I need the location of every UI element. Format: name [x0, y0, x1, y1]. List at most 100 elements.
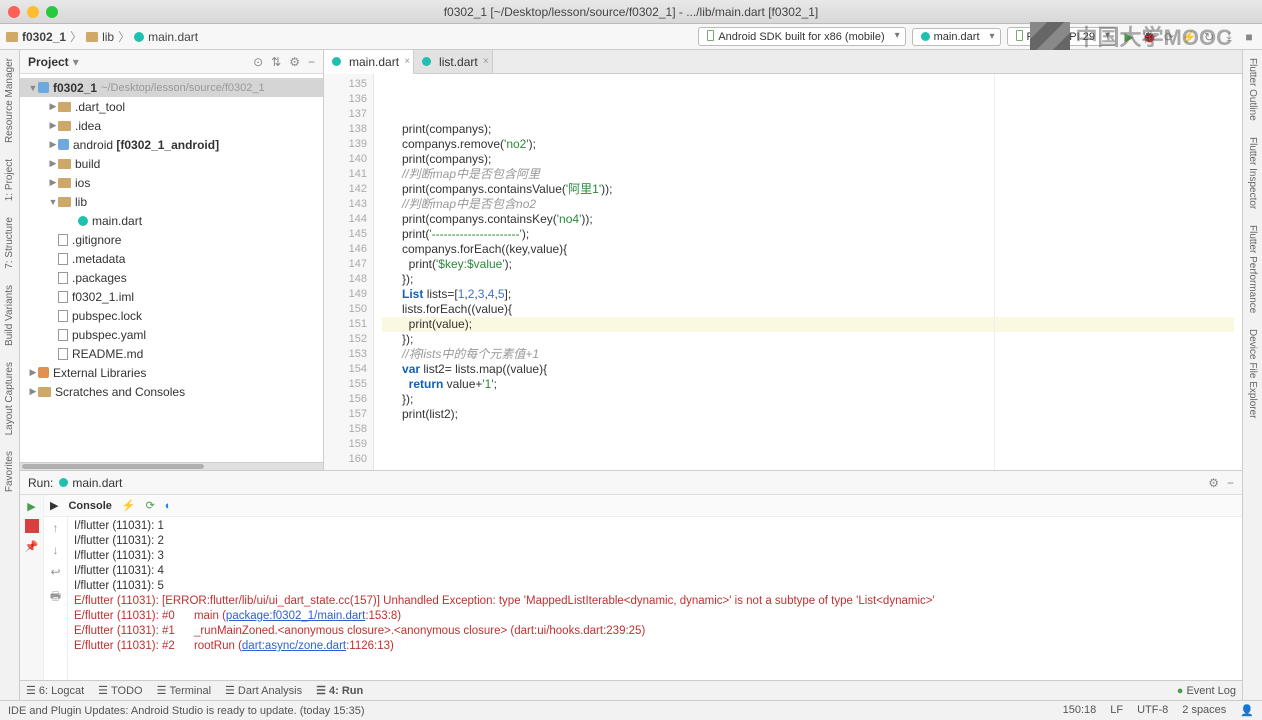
tree-item[interactable]: main.dart: [20, 211, 323, 230]
code-line[interactable]: print('$key:$value');: [382, 257, 1234, 272]
code-line[interactable]: print('----------------------');: [382, 227, 1234, 242]
close-icon[interactable]: ×: [404, 56, 410, 67]
code-content[interactable]: print(companys); companys.remove('no2');…: [374, 74, 1242, 470]
breadcrumb-project[interactable]: f0302_1: [22, 30, 66, 44]
tree-item[interactable]: .packages: [20, 268, 323, 287]
code-line[interactable]: print(value);: [382, 317, 1234, 332]
up-icon[interactable]: ↑: [53, 521, 59, 535]
code-line[interactable]: var list2= lists.map((value){: [382, 362, 1234, 377]
devtools-icon[interactable]: ◐: [165, 500, 172, 512]
tree-item[interactable]: ▶android [f0302_1_android]: [20, 135, 323, 154]
code-line[interactable]: //判断map中是否包含no2: [382, 197, 1234, 212]
tree-item[interactable]: .gitignore: [20, 230, 323, 249]
attach-icon[interactable]: ⤓: [1222, 30, 1236, 44]
horizontal-scrollbar[interactable]: [20, 462, 323, 470]
wrap-icon[interactable]: ↩: [50, 565, 60, 579]
code-line[interactable]: return value+'1';: [382, 377, 1234, 392]
tree-item[interactable]: pubspec.yaml: [20, 325, 323, 344]
code-line[interactable]: List lists=[1,2,3,4,5];: [382, 287, 1234, 302]
code-line[interactable]: print(companys.containsValue('阿里1'));: [382, 182, 1234, 197]
tool-tab-favorites[interactable]: Favorites: [4, 451, 15, 492]
down-icon[interactable]: ↓: [53, 543, 59, 557]
tool-tab-flutter-performance[interactable]: Flutter Performance: [1247, 225, 1258, 313]
tool-tab-layout-captures[interactable]: Layout Captures: [4, 362, 15, 435]
device-selector[interactable]: Android SDK built for x86 (mobile): [698, 27, 905, 46]
tool-tab-1-project[interactable]: 1: Project: [4, 159, 15, 201]
line-ending[interactable]: LF: [1110, 704, 1123, 717]
coverage-icon[interactable]: ⟳: [1162, 30, 1176, 44]
tool-tab-resource-manager[interactable]: Resource Manager: [4, 58, 15, 143]
code-line[interactable]: //判断map中是否包含阿里: [382, 167, 1234, 182]
collapse-icon[interactable]: −: [308, 55, 315, 69]
print-icon[interactable]: 🖶: [50, 587, 61, 608]
rerun-icon[interactable]: ▶: [25, 499, 39, 513]
tree-item[interactable]: .metadata: [20, 249, 323, 268]
hot-reload-icon[interactable]: ⚡: [1182, 30, 1196, 44]
emulator-selector[interactable]: Pixel 2 API 29: [1007, 27, 1117, 46]
tool-tab-flutter-outline[interactable]: Flutter Outline: [1247, 58, 1258, 121]
chevron-down-icon[interactable]: ▾: [73, 55, 79, 69]
tree-item[interactable]: pubspec.lock: [20, 306, 323, 325]
breadcrumb-folder[interactable]: lib: [102, 30, 114, 44]
bottom-tab[interactable]: ☰6: Logcat: [26, 684, 84, 697]
tool-tab-7-structure[interactable]: 7: Structure: [4, 217, 15, 269]
inspector-icon[interactable]: 👤: [1240, 704, 1254, 717]
pin-icon[interactable]: 📌: [25, 539, 39, 553]
bottom-tab[interactable]: ☰Dart Analysis: [225, 684, 302, 697]
stop-icon[interactable]: ■: [1242, 30, 1256, 44]
tree-item[interactable]: ▶build: [20, 154, 323, 173]
editor-tab[interactable]: main.dart×: [324, 50, 414, 74]
run-config-selector[interactable]: main.dart: [912, 28, 1001, 46]
bottom-tab[interactable]: ☰TODO: [98, 684, 142, 697]
gear-icon[interactable]: ⚙: [289, 55, 300, 69]
minimize-icon[interactable]: [27, 6, 39, 18]
breadcrumb-file[interactable]: main.dart: [148, 30, 198, 44]
cursor-position[interactable]: 150:18: [1063, 704, 1097, 717]
tree-item[interactable]: ▶External Libraries: [20, 363, 323, 382]
bottom-tab[interactable]: ☰Terminal: [157, 684, 211, 697]
console-tab[interactable]: Console: [68, 500, 111, 512]
tool-tab-device-file-explorer[interactable]: Device File Explorer: [1247, 329, 1258, 418]
code-line[interactable]: companys.forEach((key,value){: [382, 242, 1234, 257]
hot-restart-icon[interactable]: ⟳: [146, 499, 155, 512]
file-encoding[interactable]: UTF-8: [1137, 704, 1168, 717]
console-toggle-icon[interactable]: ▶: [50, 499, 58, 512]
run-icon[interactable]: ▶: [1122, 30, 1136, 44]
code-line[interactable]: //将lists中的每个元素值+1: [382, 347, 1234, 362]
tree-item[interactable]: ▼lib: [20, 192, 323, 211]
indent-info[interactable]: 2 spaces: [1182, 704, 1226, 717]
code-line[interactable]: print(companys.containsKey('no4'));: [382, 212, 1234, 227]
tree-root[interactable]: ▼f0302_1 ~/Desktop/lesson/source/f0302_1: [20, 78, 323, 97]
code-line[interactable]: });: [382, 272, 1234, 287]
event-log-button[interactable]: ●Event Log: [1177, 685, 1236, 697]
gear-icon[interactable]: ⚙: [1208, 476, 1219, 490]
tool-tab-build-variants[interactable]: Build Variants: [4, 285, 15, 346]
hot-reload-icon[interactable]: ⚡: [122, 499, 136, 512]
tool-tab-flutter-inspector[interactable]: Flutter Inspector: [1247, 137, 1258, 209]
tree-item[interactable]: ▶Scratches and Consoles: [20, 382, 323, 401]
code-line[interactable]: print(companys);: [382, 152, 1234, 167]
maximize-icon[interactable]: [46, 6, 58, 18]
stack-link[interactable]: dart:async/zone.dart: [242, 640, 346, 652]
code-line[interactable]: print(list2);: [382, 407, 1234, 422]
close-icon[interactable]: [8, 6, 20, 18]
hot-restart-icon[interactable]: ↻: [1202, 30, 1216, 44]
code-area[interactable]: 1351361371381391401411421431441451461471…: [324, 74, 1242, 470]
code-line[interactable]: lists.forEach((value){: [382, 302, 1234, 317]
bottom-tab[interactable]: ☰4: Run: [316, 684, 363, 697]
target-icon[interactable]: ⊙: [253, 55, 263, 69]
editor-tab[interactable]: list.dart×: [414, 50, 493, 73]
tree-item[interactable]: ▶.idea: [20, 116, 323, 135]
stop-button-icon[interactable]: [25, 519, 39, 533]
close-icon[interactable]: ×: [483, 56, 489, 67]
tree-item[interactable]: ▶.dart_tool: [20, 97, 323, 116]
code-line[interactable]: companys.remove('no2');: [382, 137, 1234, 152]
sort-icon[interactable]: ⇅: [271, 55, 281, 69]
code-line[interactable]: print(companys);: [382, 122, 1234, 137]
tree-item[interactable]: README.md: [20, 344, 323, 363]
tree-item[interactable]: ▶ios: [20, 173, 323, 192]
console-output[interactable]: I/flutter (11031): 1I/flutter (11031): 2…: [68, 517, 1242, 680]
code-line[interactable]: });: [382, 332, 1234, 347]
stack-link[interactable]: package:f0302_1/main.dart: [226, 610, 365, 622]
hide-icon[interactable]: −: [1227, 476, 1234, 490]
